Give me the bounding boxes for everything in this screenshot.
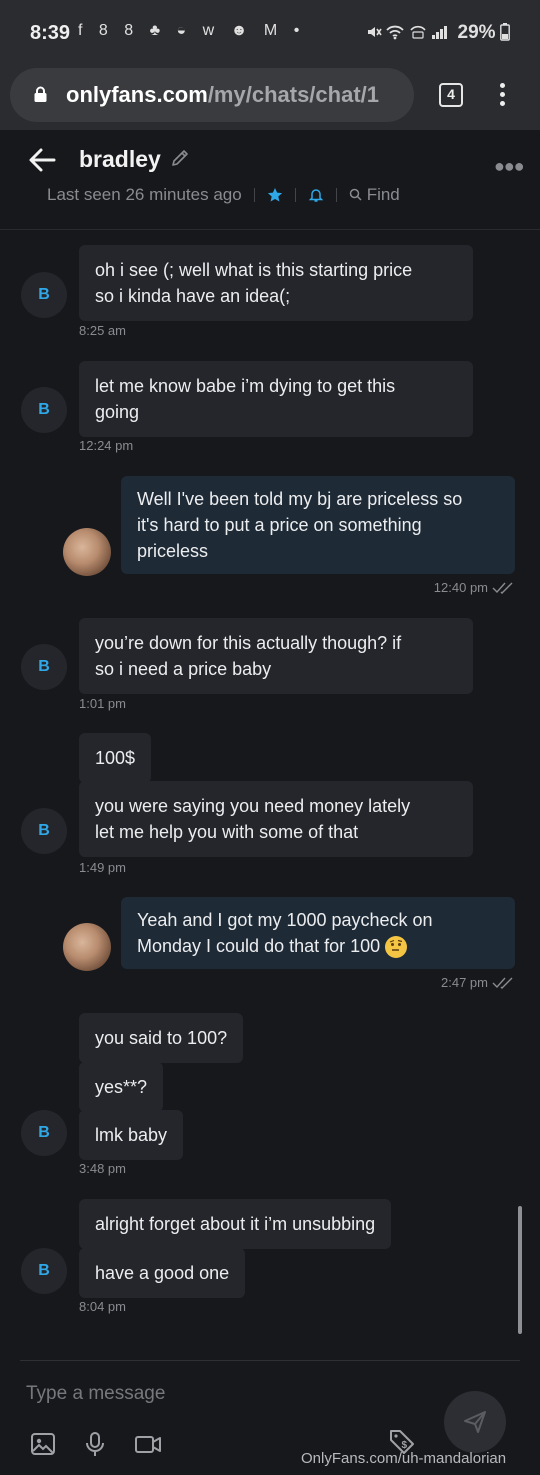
- double-check-icon: [492, 582, 513, 594]
- message-line: let me help you with some of that: [95, 822, 359, 842]
- message-line: yes**?: [95, 1077, 148, 1097]
- message-line: you said to 100?: [95, 1028, 228, 1048]
- lock-icon: [34, 86, 47, 102]
- address-bar[interactable]: onlyfans.com/my/chats/chat/1: [10, 68, 414, 122]
- message-bubble-incoming: oh i see (; well what is this starting p…: [79, 245, 473, 321]
- my-avatar[interactable]: [63, 528, 111, 576]
- avatar[interactable]: B: [21, 808, 67, 854]
- message-bubble-incoming: have a good one: [79, 1248, 246, 1298]
- message-bubble-outgoing: Well I've been told my bj are priceless …: [121, 476, 515, 574]
- message-line: Monday I could do that for 100: [137, 933, 499, 959]
- signal-icon: [432, 26, 448, 39]
- tab-switcher-button[interactable]: 4: [439, 83, 463, 107]
- back-arrow-icon[interactable]: [28, 146, 56, 174]
- message-line: oh i see (; well what is this starting p…: [95, 260, 413, 280]
- pencil-icon[interactable]: [170, 148, 190, 168]
- message-time: 12:24 pm: [79, 438, 134, 453]
- avatar[interactable]: B: [21, 272, 67, 318]
- chat-header: bradley ●●● Last seen 26 minutes ago Fin…: [0, 130, 540, 230]
- message-line: you were saying you need money lately: [95, 796, 411, 816]
- scrollbar[interactable]: [518, 1206, 522, 1334]
- browser-menu-icon[interactable]: [492, 80, 512, 110]
- message-line: let me know babe i’m dying to get this: [95, 376, 396, 396]
- header-subline: Last seen 26 minutes ago Find: [47, 185, 400, 205]
- watermark: OnlyFans.com/uh-mandalorian: [301, 1450, 507, 1467]
- status-right: 29%: [366, 22, 510, 44]
- message-line: going: [95, 402, 140, 422]
- notification-icons: f 8 8 ♣ ◒ w ☻ M •: [78, 22, 306, 39]
- search-icon: [349, 188, 362, 201]
- message-input[interactable]: Type a message: [26, 1383, 165, 1405]
- volte-icon: [409, 25, 426, 39]
- message-bubble-incoming: let me know babe i’m dying to get this g…: [79, 361, 473, 437]
- video-icon[interactable]: [134, 1431, 162, 1457]
- battery-percent: 29%: [457, 22, 496, 43]
- thinking-face-emoji: [385, 936, 408, 959]
- message-bubble-incoming: you said to 100?: [79, 1013, 244, 1063]
- message-line: so i need a price baby: [95, 659, 272, 679]
- more-options-icon[interactable]: ●●●: [494, 156, 525, 177]
- url-text: onlyfans.com/my/chats/chat/1: [66, 82, 379, 107]
- message-bubble-outgoing: Yeah and I got my 1000 paycheck on Monda…: [121, 897, 515, 969]
- find-label: Find: [366, 185, 400, 204]
- last-seen-text: Last seen 26 minutes ago: [47, 185, 242, 204]
- message-line: so i kinda have an idea(;: [95, 286, 291, 306]
- message-line: it's hard to put a price on something: [137, 515, 422, 535]
- bell-icon[interactable]: [308, 187, 324, 203]
- divider: [335, 188, 337, 202]
- avatar[interactable]: B: [21, 1110, 67, 1156]
- send-button[interactable]: [444, 1391, 506, 1453]
- microphone-icon[interactable]: [82, 1431, 108, 1457]
- message-line: 100$: [95, 748, 136, 768]
- message-line: alright forget about it i’m unsubbing: [95, 1214, 376, 1234]
- message-time: 2:47 pm: [441, 975, 514, 990]
- message-line: have a good one: [95, 1263, 230, 1283]
- double-check-icon: [492, 977, 513, 989]
- message-bubble-incoming: lmk baby: [79, 1110, 184, 1160]
- avatar[interactable]: B: [21, 644, 67, 690]
- star-icon[interactable]: [267, 187, 283, 203]
- message-list[interactable]: B oh i see (; well what is this starting…: [0, 230, 540, 1360]
- message-time: 12:40 pm: [434, 580, 514, 595]
- avatar[interactable]: B: [21, 1248, 67, 1294]
- message-line: lmk baby: [95, 1125, 168, 1145]
- status-time: 8:39: [30, 22, 71, 44]
- divider: [294, 188, 296, 202]
- message-time: 1:01 pm: [79, 696, 126, 711]
- message-time: 8:04 pm: [79, 1299, 126, 1314]
- message-line: Yeah and I got my 1000 paycheck on: [137, 910, 433, 930]
- message-bubble-incoming: you were saying you need money lately le…: [79, 781, 473, 857]
- message-time: 8:25 am: [79, 323, 126, 338]
- send-icon: [464, 1411, 486, 1433]
- mute-icon: [367, 27, 382, 37]
- message-time: 1:49 pm: [79, 860, 126, 875]
- contact-name[interactable]: bradley: [79, 146, 161, 173]
- message-line: Well I've been told my bj are priceless …: [137, 489, 463, 509]
- message-bubble-incoming: alright forget about it i’m unsubbing: [79, 1199, 392, 1249]
- message-bubble-incoming: 100$: [79, 733, 152, 783]
- battery-icon: [500, 23, 510, 41]
- message-bubble-incoming: you’re down for this actually though? if…: [79, 618, 473, 694]
- wifi-icon: [386, 25, 404, 40]
- image-icon[interactable]: [30, 1431, 56, 1457]
- find-button[interactable]: Find: [349, 185, 400, 205]
- my-avatar[interactable]: [63, 923, 111, 971]
- avatar[interactable]: B: [21, 387, 67, 433]
- message-line: you’re down for this actually though? if: [95, 633, 402, 653]
- status-bar: 8:39 f 8 8 ♣ ◒ w ☻ M • 29%: [0, 0, 540, 64]
- message-bubble-incoming: yes**?: [79, 1062, 164, 1112]
- browser-toolbar: onlyfans.com/my/chats/chat/1 4: [0, 64, 540, 130]
- divider: [253, 188, 255, 202]
- message-line: priceless: [137, 541, 209, 561]
- message-time: 3:48 pm: [79, 1161, 126, 1176]
